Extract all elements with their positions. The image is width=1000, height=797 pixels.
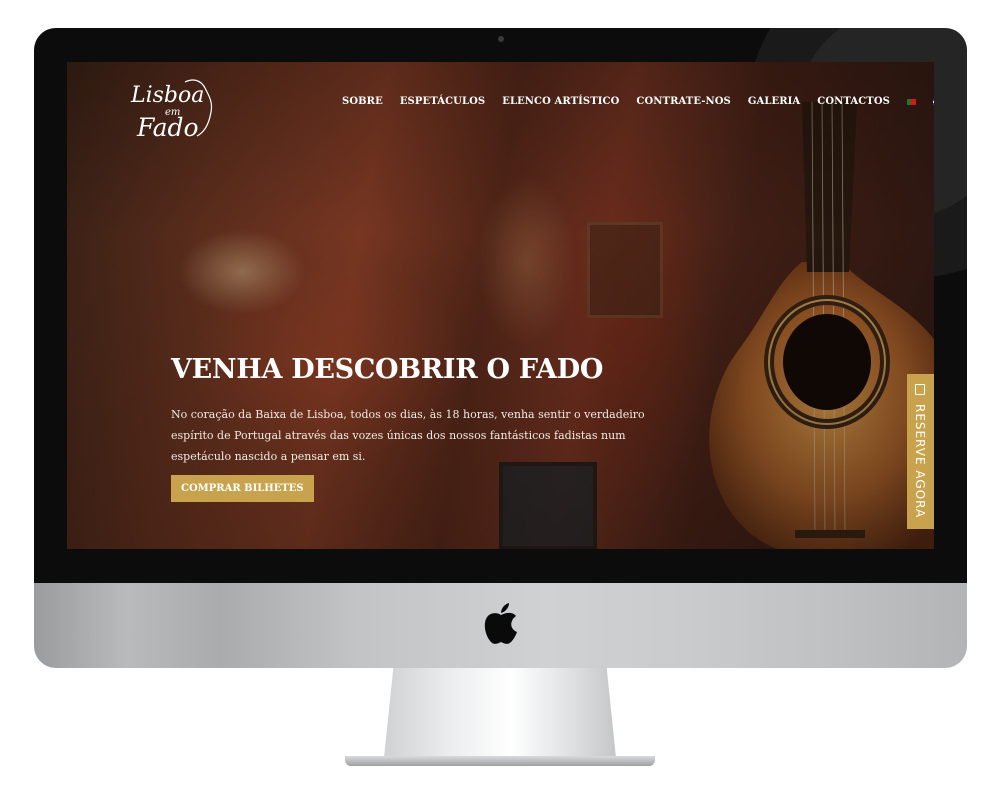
svg-text:Lisboa: Lisboa <box>130 83 204 108</box>
hero-description: No coração da Baixa de Lisboa, todos os … <box>171 408 645 463</box>
monitor-stand-neck <box>384 668 616 758</box>
main-nav: SOBRE ESPETÁCULOS ELENCO ARTÍSTICO CONTR… <box>342 96 934 107</box>
apple-logo-icon <box>484 603 517 644</box>
buy-tickets-button[interactable]: COMPRAR BILHETES <box>171 475 314 502</box>
reserve-now-tab[interactable]: RESERVE AGORA <box>907 374 934 529</box>
lisboa-em-fado-logo: Lisboa em Fado <box>130 79 213 142</box>
nav-item-contrate-nos[interactable]: CONTRATE-NOS <box>636 96 730 107</box>
reserve-now-label: RESERVE AGORA <box>913 404 927 519</box>
nav-item-galeria[interactable]: GALERIA <box>748 96 800 107</box>
nav-item-elenco-artistico[interactable]: ELENCO ARTÍSTICO <box>502 96 619 107</box>
website-screen: Lisboa em Fado SOBRE ESPETÁCULOS ELENCO … <box>67 62 934 549</box>
portugal-flag-icon[interactable] <box>906 98 916 105</box>
monitor-stand-base <box>345 756 655 766</box>
nav-item-espetaculos[interactable]: ESPETÁCULOS <box>400 96 485 107</box>
svg-text:Fado: Fado <box>136 113 199 142</box>
nav-item-contactos[interactable]: CONTACTOS <box>817 96 890 107</box>
site-logo[interactable]: Lisboa em Fado <box>127 72 222 142</box>
camera-dot <box>498 36 504 42</box>
nav-item-sobre[interactable]: SOBRE <box>342 96 383 107</box>
calendar-icon <box>915 384 925 395</box>
uk-flag-icon[interactable] <box>932 98 934 105</box>
hero-title: VENHA DESCOBRIR O FADO <box>171 354 604 385</box>
